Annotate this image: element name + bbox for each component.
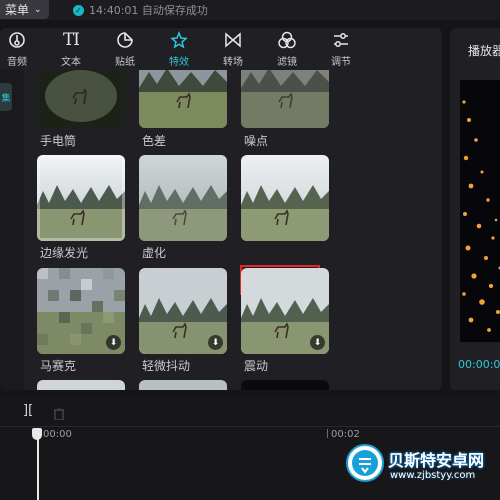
player-title: 播放器	[468, 44, 500, 58]
playhead-handle[interactable]	[32, 428, 42, 440]
effect-label: 震动	[244, 359, 269, 373]
download-icon[interactable]: ⬇	[310, 335, 325, 350]
text-icon: TI	[62, 30, 80, 50]
effects-grid: 手电筒 色差 噪点 边缘发光 虚化 ⬇ 马赛克 ⬇ 轻微抖动 ⬇ 震动	[26, 70, 442, 390]
check-circle-icon: ✓	[73, 4, 84, 16]
menu-label: 菜单	[5, 3, 30, 17]
tab-label: 音频	[7, 57, 27, 68]
effect-label: 边缘发光	[40, 246, 89, 260]
tab-audio[interactable]: 音频	[0, 28, 37, 70]
effect-label: 噪点	[244, 134, 269, 148]
ruler-tick-label: 00:00	[43, 429, 72, 440]
sidebar-item-label: 集	[1, 93, 11, 104]
autosave-status: ✓ 14:40:01 自动保存成功	[73, 2, 208, 18]
tab-sticker[interactable]: 贴纸	[105, 28, 145, 70]
effect-card-soft-light[interactable]	[241, 155, 329, 241]
download-icon[interactable]: ⬇	[208, 335, 223, 350]
effect-thumbnail	[241, 155, 329, 241]
watermark-title: 贝斯特安卓网	[388, 451, 485, 470]
effect-thumbnail	[139, 70, 227, 128]
playhead-line[interactable]	[37, 430, 39, 500]
tab-label: 调节	[331, 57, 351, 68]
effect-thumbnail	[139, 155, 227, 241]
effect-card-slight-shake[interactable]: ⬇	[139, 268, 227, 354]
tab-label: 文本	[61, 57, 81, 68]
autosave-text: 14:40:01 自动保存成功	[89, 4, 208, 17]
effect-card-chromatic[interactable]	[139, 70, 227, 128]
effect-card-partial[interactable]	[139, 380, 227, 390]
category-tabs: 音频 TI 文本 贴纸 特效 转场 滤镜 调节	[0, 28, 442, 70]
effect-card-flashlight[interactable]	[37, 70, 125, 128]
effect-card-blur[interactable]	[139, 155, 227, 241]
effect-label: 虚化	[142, 246, 167, 260]
tab-label: 滤镜	[277, 57, 297, 68]
effect-card-mosaic[interactable]: ⬇	[37, 268, 125, 354]
effect-label: 手电筒	[40, 134, 77, 148]
effect-card-edge-glow[interactable]	[37, 155, 125, 241]
sticker-icon	[116, 28, 134, 52]
ruler-tick-label: 00:02	[331, 429, 360, 440]
filter-icon	[277, 28, 297, 52]
effect-label: 轻微抖动	[142, 359, 191, 373]
menu-button[interactable]: 菜单 ⌄	[0, 0, 49, 19]
effects-icon	[170, 28, 188, 52]
video-preview[interactable]	[460, 80, 500, 342]
audio-icon	[8, 28, 26, 52]
effect-label: 色差	[142, 134, 167, 148]
category-sidebar	[0, 70, 24, 390]
tab-label: 特效	[169, 57, 189, 68]
split-icon[interactable]: ][	[23, 403, 33, 418]
tab-effects[interactable]: 特效	[159, 28, 199, 70]
tab-adjust[interactable]: 调节	[321, 28, 361, 70]
chevron-down-icon: ⌄	[34, 4, 42, 15]
effect-card-noise[interactable]	[241, 70, 329, 128]
effect-thumbnail	[241, 70, 329, 128]
effect-thumbnail	[37, 155, 125, 241]
materials-panel: 音频 TI 文本 贴纸 特效 转场 滤镜 调节 集 手电筒 色差 噪点 边缘发光…	[0, 28, 442, 390]
tab-label: 贴纸	[115, 57, 135, 68]
transition-icon	[224, 28, 242, 52]
effect-card-partial[interactable]	[241, 380, 329, 390]
effect-thumbnail	[37, 70, 125, 128]
delete-icon[interactable]	[54, 405, 64, 421]
tab-filter[interactable]: 滤镜	[267, 28, 307, 70]
download-icon[interactable]: ⬇	[106, 335, 121, 350]
player-timecode: 00:00:00	[458, 358, 500, 371]
tab-text[interactable]: TI 文本	[51, 28, 91, 70]
ruler-tick-mark	[327, 429, 328, 438]
effect-card-vibrate[interactable]: ⬇	[241, 268, 329, 354]
watermark-url: www.zjbstyy.com	[390, 470, 476, 481]
player-panel: 播放器 00:00:00	[450, 28, 500, 390]
time-ruler[interactable]	[0, 426, 500, 443]
tab-transition[interactable]: 转场	[213, 28, 253, 70]
sidebar-item-collection[interactable]: 集	[0, 83, 12, 111]
tab-label: 转场	[223, 57, 243, 68]
effect-card-partial[interactable]	[37, 380, 125, 390]
watermark-logo	[346, 444, 384, 482]
lanterns-video-frame	[460, 80, 500, 342]
effect-label: 马赛克	[40, 359, 77, 373]
adjust-icon	[332, 28, 350, 52]
